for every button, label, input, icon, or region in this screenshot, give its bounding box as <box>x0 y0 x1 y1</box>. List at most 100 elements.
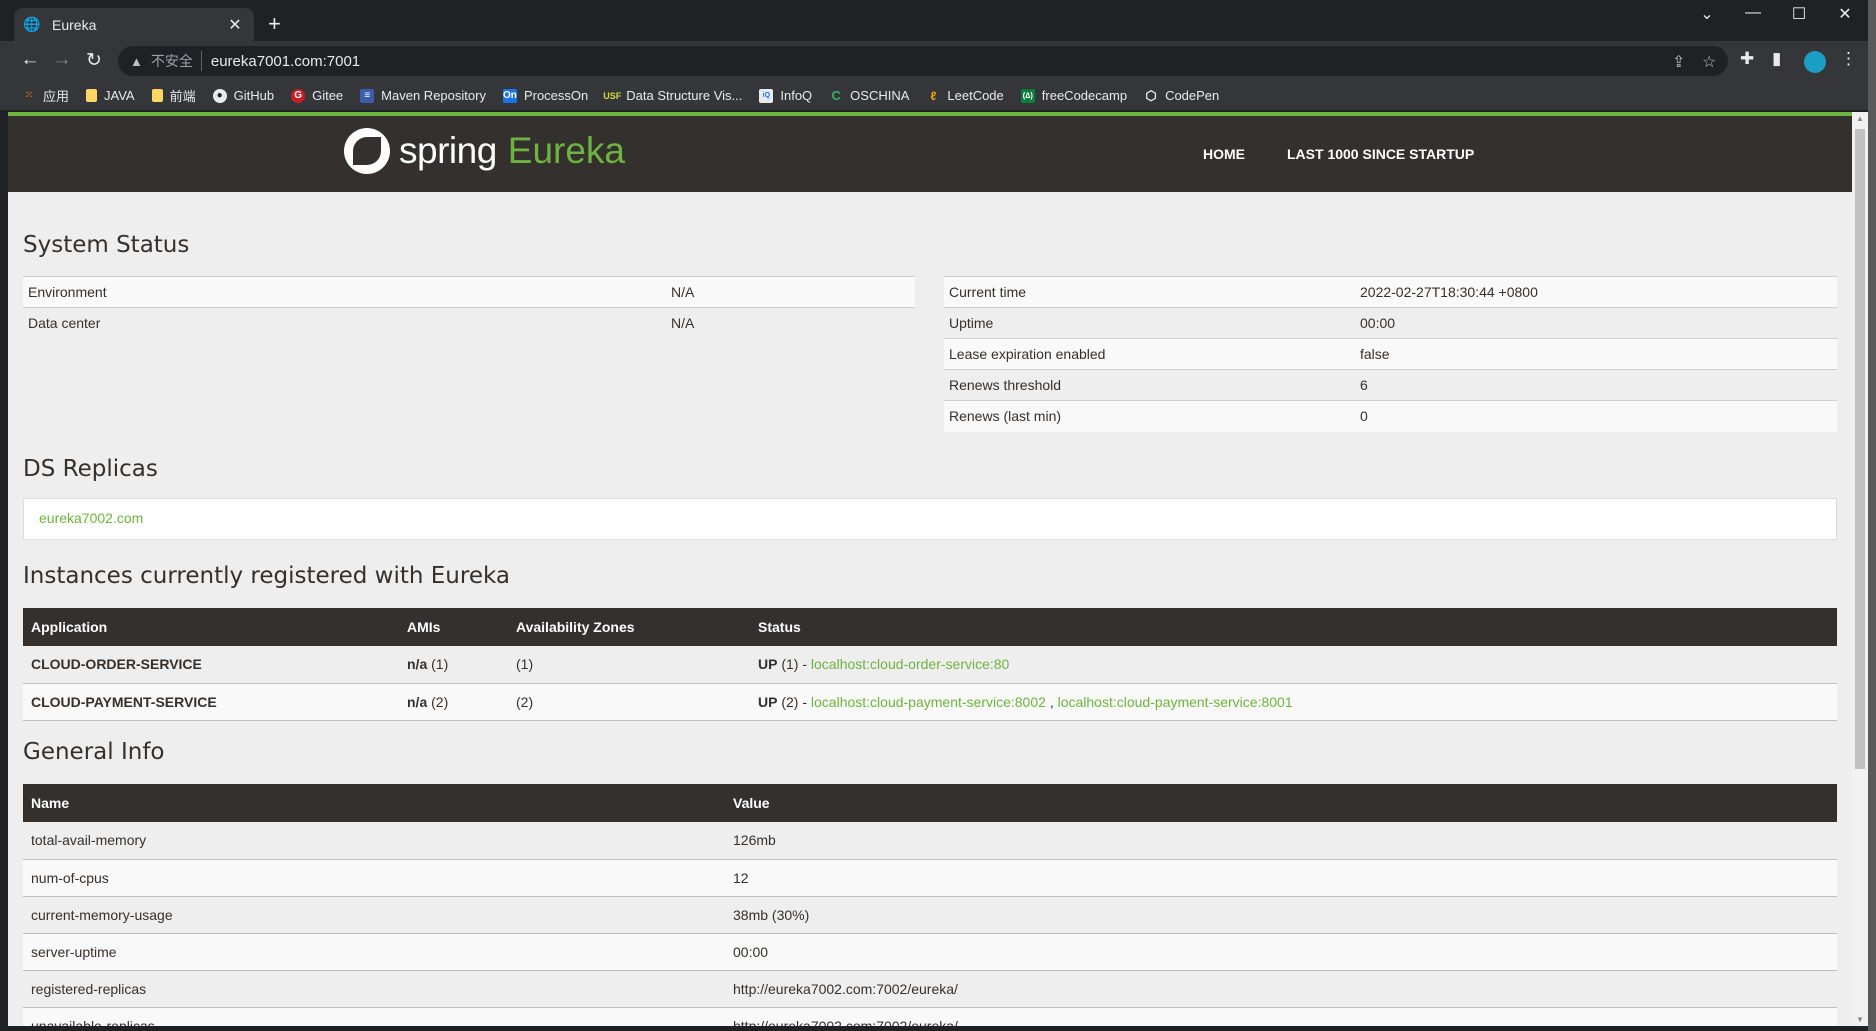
tab-eureka[interactable]: 🌐 Eureka ✕ <box>14 8 254 41</box>
bookmark-github[interactable]: ● GitHub <box>212 88 274 103</box>
instance-link[interactable]: localhost:cloud-order-service:80 <box>811 656 1009 672</box>
status-value: N/A <box>666 276 915 308</box>
tab-title: Eureka <box>52 16 97 33</box>
info-value: 38mb (30%) <box>725 896 1837 934</box>
processon-icon: On <box>502 88 517 103</box>
replica-link[interactable]: eureka7002.com <box>39 510 143 526</box>
scroll-down-arrow-icon[interactable]: ▼ <box>1856 1015 1864 1024</box>
bookmark-java[interactable]: JAVA <box>86 88 135 103</box>
minimize-icon[interactable]: — <box>1738 4 1768 22</box>
gitee-icon: G <box>291 88 306 103</box>
new-tab-icon[interactable]: + <box>268 11 281 37</box>
instance-link[interactable]: localhost:cloud-payment-service:8002 <box>811 694 1046 710</box>
back-icon[interactable]: ← <box>18 49 42 71</box>
status-up: UP <box>758 693 778 710</box>
instances-title: Instances currently registered with Eure… <box>23 563 510 589</box>
bookmark-label: CodePen <box>1165 88 1220 103</box>
info-value: 126mb <box>725 822 1837 860</box>
ami-cell: n/a (2) <box>399 683 508 721</box>
nav-last-1000[interactable]: LAST 1000 SINCE STARTUP <box>1287 146 1474 162</box>
status-value: 0 <box>1355 400 1837 432</box>
side-panel-icon[interactable]: ▮ <box>1772 49 1781 69</box>
system-status-right-table: Current time 2022-02-27T18:30:44 +0800 U… <box>944 276 1837 432</box>
status-name: Renews (last min) <box>944 400 1355 432</box>
bookmarks-bar: ⁙ 应用 JAVA 前端 ● GitHub G Gitee ≡ Maven Reposi… <box>0 81 1876 111</box>
instances-table: Application AMIs Availability Zones Stat… <box>23 608 1837 721</box>
bookmark-label: freeCodecamp <box>1041 88 1128 103</box>
bookmark-label: InfoQ <box>780 88 813 103</box>
bookmark-gitee[interactable]: G Gitee <box>291 88 343 103</box>
status-name: Data center <box>23 307 666 339</box>
extensions-icon[interactable]: ✚ <box>1740 49 1754 69</box>
status-name: Renews threshold <box>944 369 1355 401</box>
globe-icon: 🌐 <box>23 16 41 32</box>
info-name: total-avail-memory <box>23 822 725 860</box>
bookmark-star-icon[interactable]: ☆ <box>1702 52 1716 72</box>
col-value: Value <box>725 784 1837 822</box>
bookmark-data-structure[interactable]: USF Data Structure Vis... <box>603 88 743 103</box>
page-scrollbar[interactable]: ▲ ▼ <box>1852 112 1868 1026</box>
oschina-icon: C <box>831 88 841 103</box>
bookmark-label: Data Structure Vis... <box>626 88 743 103</box>
bookmark-maven[interactable]: ≡ Maven Repository <box>360 88 486 103</box>
status-name: Uptime <box>944 307 1355 339</box>
instance-link[interactable]: localhost:cloud-payment-service:8001 <box>1058 694 1293 710</box>
bookmark-processon[interactable]: On ProcessOn <box>502 88 588 103</box>
table-row: Current time 2022-02-27T18:30:44 +0800 <box>944 276 1837 308</box>
bookmark-frontend[interactable]: 前端 <box>151 86 196 105</box>
github-icon: ● <box>212 88 227 103</box>
table-row: server-uptime 00:00 <box>23 933 1837 971</box>
col-amis: AMIs <box>399 608 508 646</box>
general-info-title: General Info <box>23 739 165 765</box>
zones-cell: (1) <box>508 646 750 684</box>
nav-home[interactable]: HOME <box>1203 146 1245 162</box>
bookmark-infoq[interactable]: iQ InfoQ <box>759 88 812 103</box>
forward-icon[interactable]: → <box>50 49 74 71</box>
info-name: unavailable-replicas <box>23 1007 725 1026</box>
status-count: (1) - <box>781 656 808 673</box>
bookmark-apps[interactable]: ⁙ 应用 <box>22 86 69 105</box>
leetcode-icon: ℓ <box>930 88 937 103</box>
bookmark-label: Maven Repository <box>381 88 486 103</box>
bookmark-leetcode[interactable]: ℓ LeetCode <box>926 88 1003 103</box>
bookmark-label: 前端 <box>169 89 196 104</box>
system-status-left-table: Environment N/A Data center N/A <box>23 276 915 339</box>
scroll-up-arrow-icon[interactable]: ▲ <box>1856 114 1864 123</box>
status-name: Environment <box>23 276 666 308</box>
share-icon[interactable]: ⇪ <box>1672 52 1685 72</box>
bookmark-oschina[interactable]: C OSCHINA <box>829 88 909 103</box>
table-row: Lease expiration enabled false <box>944 338 1837 370</box>
browser-window: 🌐 Eureka ✕ + ⌄ — ☐ ✕ ← → ↻ ▲ 不安全 eureka7… <box>0 0 1876 1031</box>
maximize-icon[interactable]: ☐ <box>1784 4 1814 24</box>
url-text[interactable]: eureka7001.com:7001 <box>211 53 360 70</box>
info-value: 12 <box>725 859 1837 897</box>
status-up: UP <box>758 656 778 673</box>
col-application: Application <box>23 608 399 646</box>
status-value: 2022-02-27T18:30:44 +0800 <box>1355 276 1837 308</box>
scrollbar-thumb[interactable] <box>1855 129 1865 769</box>
table-row: CLOUD-PAYMENT-SERVICE n/a (2) (2) UP (2)… <box>23 683 1837 721</box>
folder-icon <box>151 89 163 102</box>
tab-search-icon[interactable]: ⌄ <box>1692 4 1722 24</box>
insecure-label[interactable]: 不安全 <box>151 51 202 71</box>
table-row: Renews threshold 6 <box>944 369 1837 401</box>
address-bar[interactable]: ▲ 不安全 eureka7001.com:7001 ⇪ ☆ <box>118 46 1728 76</box>
bookmark-codepen[interactable]: ⬡ CodePen <box>1144 88 1220 104</box>
warning-icon[interactable]: ▲ <box>130 54 143 69</box>
menu-kebab-icon[interactable]: ⋮ <box>1840 49 1857 69</box>
close-window-icon[interactable]: ✕ <box>1830 4 1860 24</box>
table-row: Data center N/A <box>23 307 915 339</box>
bookmark-freecodecamp[interactable]: (∆) freeCodecamp <box>1020 88 1128 103</box>
close-tab-icon[interactable]: ✕ <box>226 15 244 35</box>
status-count: (2) - <box>781 693 808 710</box>
bookmark-label: JAVA <box>104 88 135 103</box>
usf-icon: USF <box>603 90 622 101</box>
app-name: CLOUD-PAYMENT-SERVICE <box>23 683 399 721</box>
profile-avatar[interactable] <box>1804 51 1826 73</box>
browser-toolbar: ← → ↻ ▲ 不安全 eureka7001.com:7001 ⇪ ☆ ✚ ▮ … <box>0 41 1876 81</box>
info-value: 00:00 <box>725 933 1837 971</box>
eureka-navbar: spring Eureka HOME LAST 1000 SINCE START… <box>8 116 1852 192</box>
reload-icon[interactable]: ↻ <box>82 49 106 72</box>
bookmark-label: Gitee <box>312 88 344 103</box>
spring-eureka-logo[interactable]: spring Eureka <box>344 128 625 174</box>
